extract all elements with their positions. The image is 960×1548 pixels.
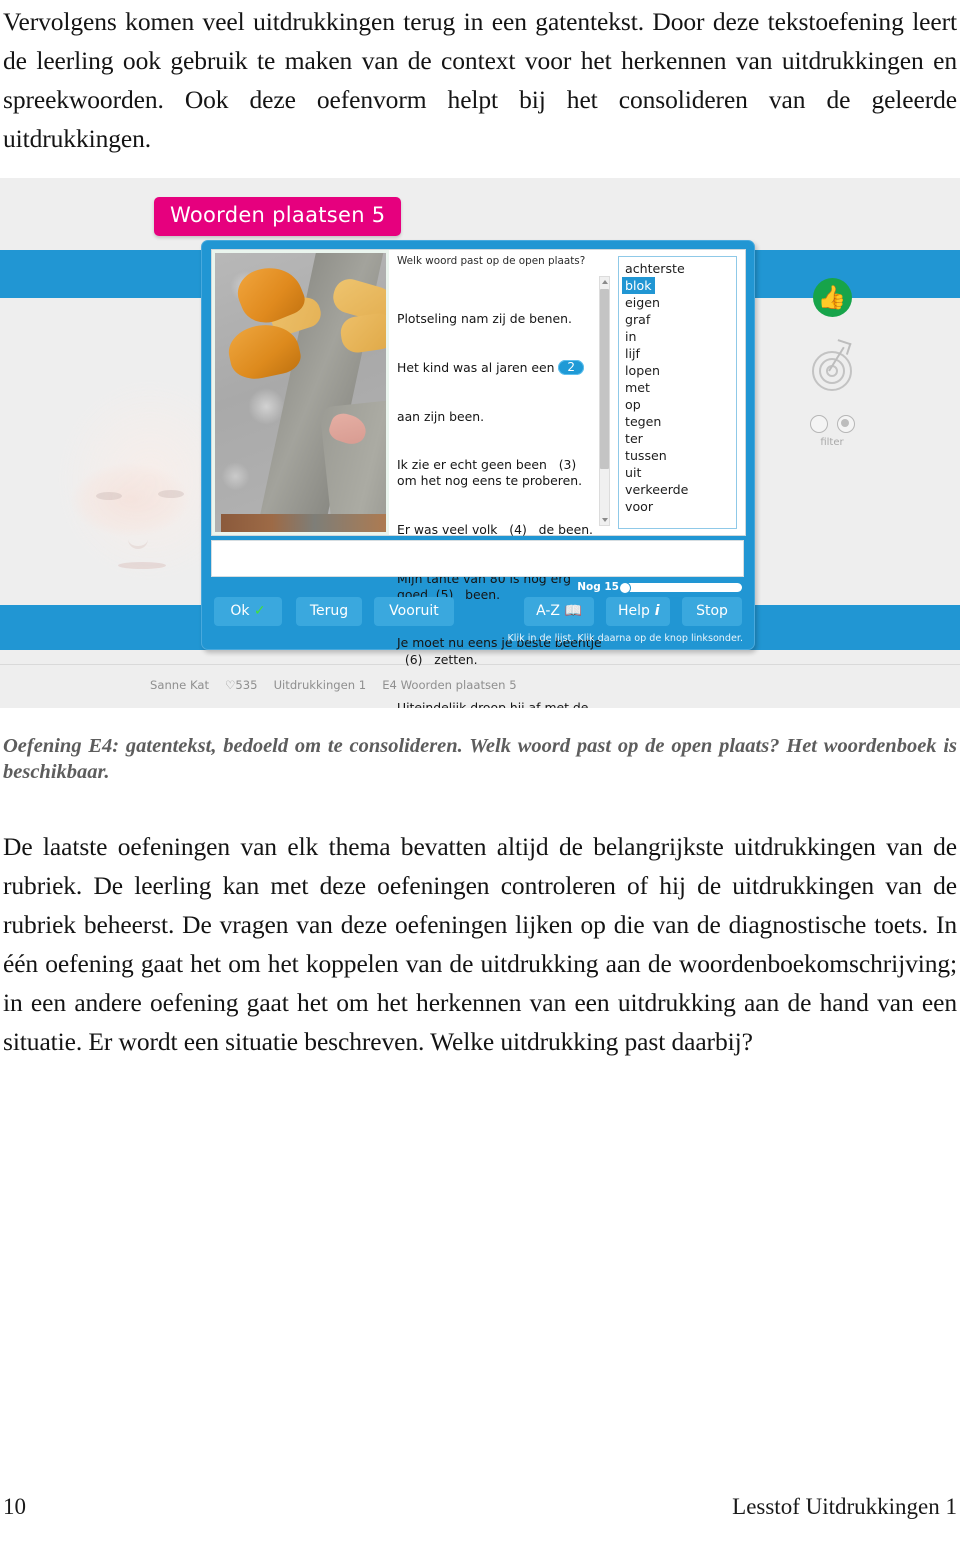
exercise-button-row: Ok ✓ Terug Vooruit A-Z 📖 Help i Stop [214,597,742,626]
page-footer: 10 Lesstof Uitdrukkingen 1 [3,1494,957,1520]
exercise-text-scrollbar[interactable] [599,276,610,526]
word-list-item[interactable]: tussen [625,447,736,464]
thumbs-up-icon[interactable]: 👍 [812,278,852,317]
scrollbar-thumb[interactable] [600,289,609,469]
word-list-item-label: in [625,329,637,344]
answer-input-box[interactable] [211,540,744,577]
face-nose [128,528,148,549]
exercise-content-area: Welk woord past op de open plaats? Plots… [211,249,746,708]
filter-radio-off[interactable] [809,415,828,433]
word-list-item-label: lijf [625,346,640,361]
status-score: ♡535 [225,678,258,692]
dictionary-button-label: A-Z [536,603,561,619]
gap-line-7: Uiteindelijk droop hij af met de staart … [397,700,589,708]
word-list-item[interactable]: op [625,396,736,413]
photo-bottom-shoes [221,514,386,532]
word-choice-list[interactable]: achterste blok eigen graf in lijf lopen met op te… [618,256,737,529]
dictionary-button[interactable]: A-Z 📖 [524,597,594,626]
book-title: Lesstof Uitdrukkingen 1 [732,1494,957,1519]
body-paragraph: De laatste oefeningen van elk thema beva… [3,832,957,1056]
word-list-item-label: met [625,380,650,395]
word-list-item[interactable]: lijf [625,345,736,362]
scrollbar-down-arrow-icon[interactable] [602,518,608,522]
word-list-item-label: blok [622,277,655,294]
figure-caption: Oefening E4: gatentekst, bedoeld om te c… [3,735,957,783]
ok-button-label: Ok [230,603,250,619]
status-lesson: E4 Woorden plaatsen 5 [382,678,517,692]
word-list-item[interactable]: verkeerde [625,481,736,498]
question-label: Welk woord past op de open plaats? [397,255,586,267]
word-list-item-label: tegen [625,414,662,429]
word-list-item[interactable]: blok [622,277,736,294]
word-list-item[interactable]: tegen [625,413,736,430]
word-list-item-label: voor [625,499,654,514]
target-icon[interactable] [810,339,854,391]
vooruit-button[interactable]: Vooruit [374,597,454,626]
remaining-progress-knob [619,581,631,594]
face-eye-right [158,490,184,498]
help-button-label: Help [618,603,650,619]
filter-control[interactable]: filter [800,415,864,448]
face-mouth [118,562,166,569]
check-icon: ✓ [253,603,266,619]
gap-line-2-before: Het kind was al jaren een [397,360,559,376]
gap-line-4: Er was veel volk (4) de been. [397,522,593,538]
word-list-item[interactable]: uit [625,464,736,481]
page-number: 10 [3,1494,26,1519]
face-eye-left [96,492,122,500]
status-course: Uitdrukkingen 1 [273,678,367,692]
remaining-counter: Nog 15 [577,581,742,594]
word-list-item-label: uit [625,465,642,480]
status-bar: Sanne Kat ♡535 Uitdrukkingen 1 E4 Woorden p… [150,678,533,692]
exercise-text-column: Welk woord past op de open plaats? Plots… [389,250,618,708]
scrollbar-up-arrow-icon[interactable] [602,280,608,284]
gap-line-1: Plotseling nam zij de benen. [397,311,572,327]
status-user: Sanne Kat [150,678,210,692]
side-icon-column: 👍 filter [800,278,864,448]
word-list-item-label: graf [625,312,651,327]
exercise-photo [212,250,389,535]
word-list-item[interactable]: ter [625,430,736,447]
filter-radio-group[interactable] [800,415,864,433]
word-list-item-label: achterste [625,261,685,276]
gap-line-2: Het kind was al jaren een 2 [397,360,605,376]
gap-line-3: Ik zie er echt geen been (3) om het nog … [397,457,583,489]
word-list-item[interactable]: met [625,379,736,396]
remaining-progress-bar [619,581,742,594]
word-list-item-label: ter [625,431,643,446]
word-list-item[interactable]: eigen [625,294,736,311]
ok-button[interactable]: Ok ✓ [214,597,282,626]
gap-line-2b: aan zijn been. [397,408,485,424]
remaining-label: Nog 15 [577,581,619,593]
word-list-item[interactable]: lopen [625,362,736,379]
hint-text: Klik in de lijst. Klik daarna op de knop… [507,633,744,644]
filter-radio-on[interactable] [836,415,855,433]
intro-paragraph: Vervolgens komen veel uitdrukkingen teru… [3,7,957,153]
word-list-item-label: verkeerde [625,482,689,497]
word-list-item-label: op [625,397,641,412]
word-list-item[interactable]: voor [625,498,736,515]
word-list-item[interactable]: in [625,328,736,345]
help-button[interactable]: Help i [606,597,670,626]
word-list-item-label: eigen [625,295,660,310]
screenshot-figure: 👍 filter Woorden plaatsen 5 Welk woord p… [0,178,960,708]
exercise-title-badge: Woorden plaatsen 5 [154,197,402,236]
stop-button[interactable]: Stop [682,597,742,626]
gap-chip-2[interactable]: 2 [558,360,585,376]
word-list-item[interactable]: graf [625,311,736,328]
terug-button[interactable]: Terug [296,597,362,626]
exercise-app-panel: Welk woord past op de open plaats? Plots… [201,240,755,708]
info-icon: i [649,603,660,619]
filter-label: filter [820,437,844,448]
word-list-item-label: lopen [625,363,660,378]
word-list-item-label: tussen [625,448,667,463]
word-list-item[interactable]: achterste [625,260,736,277]
book-icon: 📖 [564,603,582,619]
